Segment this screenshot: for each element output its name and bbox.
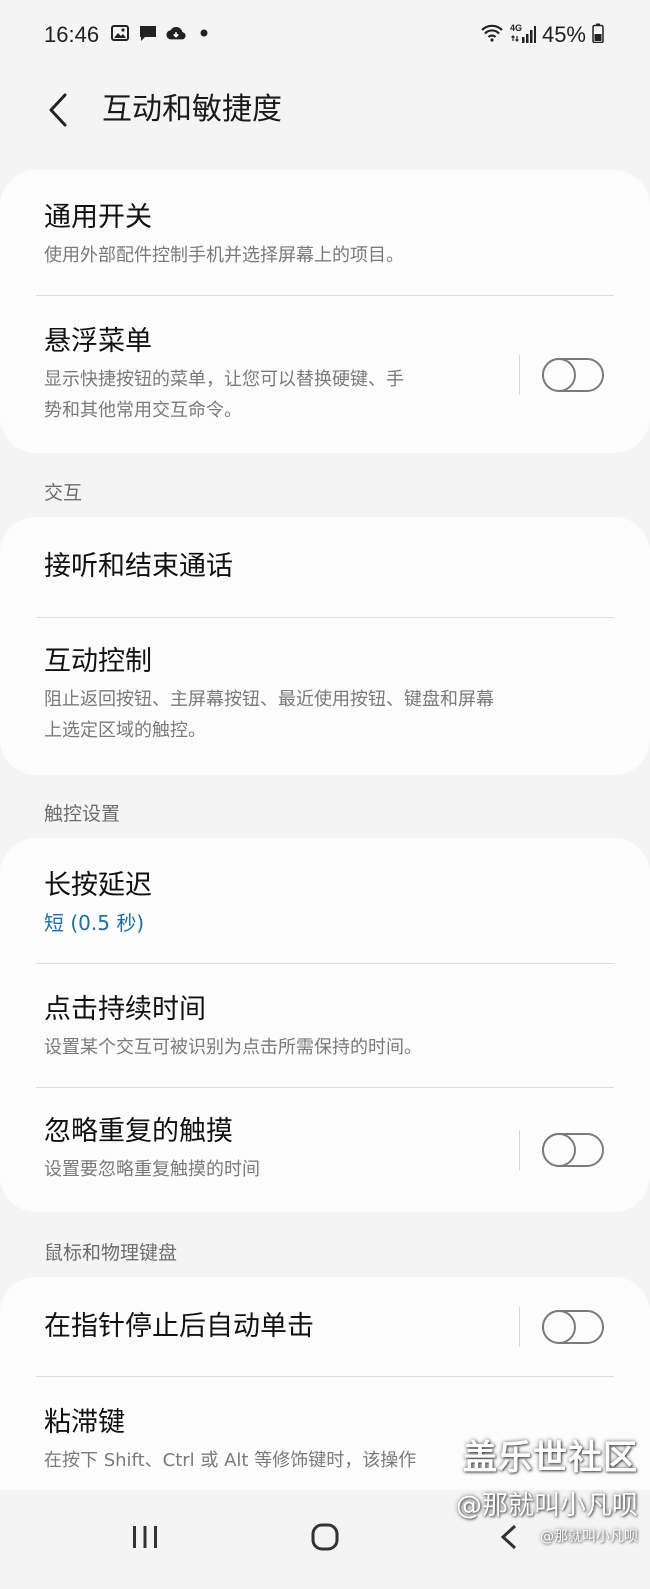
interaction-control-item[interactable]: 互动控制 阻止返回按钮、主屏幕按钮、最近使用按钮、键盘和屏幕 上选定区域的触控。 [0, 618, 650, 775]
card-interaction: 接听和结束通话 互动控制 阻止返回按钮、主屏幕按钮、最近使用按钮、键盘和屏幕 上… [0, 517, 650, 775]
section-header-interaction: 交互 [44, 482, 83, 504]
assistant-menu-item[interactable]: 悬浮菜单 显示快捷按钮的菜单，让您可以替换硬键、手 势和其他常用交互命令。 [0, 296, 650, 453]
page-title: 互动和敏捷度 [102, 92, 282, 127]
interaction-control-subtitle-2: 上选定区域的触控。 [44, 720, 206, 741]
ignore-repeated-touches-toggle-wrap [519, 1130, 604, 1170]
section-header-touch-settings: 触控设置 [44, 803, 121, 825]
tap-duration-title: 点击持续时间 [44, 994, 206, 1025]
watermark-handle: @那就叫小凡呗 [455, 1491, 638, 1521]
assistant-menu-toggle[interactable] [542, 357, 604, 392]
touch-hold-delay-item[interactable]: 长按延迟 短 (0.5 秒) [0, 838, 650, 964]
ignore-repeated-touches-title: 忽略重复的触摸 [44, 1116, 233, 1147]
recent-apps-button[interactable] [115, 1512, 175, 1562]
tap-duration-item[interactable]: 点击持续时间 设置某个交互可被识别为点击所需保持的时间。 [0, 964, 650, 1088]
watermark-main: 盖乐世社区 [463, 1438, 638, 1478]
gallery-notification-icon [110, 24, 130, 42]
battery-icon [592, 23, 604, 47]
assistant-menu-title: 悬浮菜单 [44, 326, 152, 357]
universal-switch-subtitle: 使用外部配件控制手机并选择屏幕上的项目。 [44, 245, 404, 266]
ignore-repeated-touches-toggle[interactable] [542, 1133, 604, 1167]
interaction-control-title: 互动控制 [44, 646, 152, 677]
status-time: 16:46 [44, 22, 100, 47]
section-header-mouse-keyboard: 鼠标和物理键盘 [44, 1242, 178, 1264]
auto-click-toggle-wrap [519, 1307, 604, 1347]
notification-icons [110, 24, 214, 42]
interaction-control-subtitle-1: 阻止返回按钮、主屏幕按钮、最近使用按钮、键盘和屏幕 [44, 689, 494, 710]
status-bar: 16:46 4G 45% [0, 0, 650, 76]
toggle-divider [519, 1130, 520, 1170]
answer-end-calls-title: 接听和结束通话 [44, 551, 233, 582]
wifi-icon [480, 24, 504, 46]
back-arrow-icon [49, 93, 67, 127]
battery-percent: 45% [541, 22, 586, 47]
universal-switch-item[interactable]: 通用开关 使用外部配件控制手机并选择屏幕上的项目。 [0, 170, 650, 296]
tap-duration-subtitle: 设置某个交互可被识别为点击所需保持的时间。 [44, 1037, 422, 1058]
toggle-knob [542, 357, 576, 392]
toggle-knob [542, 1310, 576, 1344]
app-bar: 互动和敏捷度 [0, 76, 650, 164]
toggle-divider [519, 354, 520, 395]
assistant-menu-subtitle-1: 显示快捷按钮的菜单，让您可以替换硬键、手 [44, 369, 404, 390]
touch-hold-delay-value: 短 (0.5 秒) [44, 911, 145, 935]
card-top: 通用开关 使用外部配件控制手机并选择屏幕上的项目。 悬浮菜单 显示快捷按钮的菜单… [0, 170, 650, 453]
card-touch-settings: 长按延迟 短 (0.5 秒) 点击持续时间 设置某个交互可被识别为点击所需保持的… [0, 838, 650, 1212]
toggle-knob [542, 1133, 576, 1167]
more-notifications-dot-icon [194, 24, 214, 42]
cellular-signal-icon: 4G [510, 23, 536, 45]
assistant-menu-subtitle-2: 势和其他常用交互命令。 [44, 400, 242, 421]
home-icon [311, 1523, 339, 1551]
auto-click-toggle[interactable] [542, 1310, 604, 1344]
auto-click-title: 在指针停止后自动单击 [44, 1311, 314, 1342]
ignore-repeated-touches-item[interactable]: 忽略重复的触摸 设置要忽略重复触摸的时间 [0, 1088, 650, 1212]
cloud-sync-icon [166, 24, 186, 42]
answer-end-calls-item[interactable]: 接听和结束通话 [0, 517, 650, 618]
home-button[interactable] [295, 1512, 355, 1562]
auto-click-item[interactable]: 在指针停止后自动单击 [0, 1277, 650, 1377]
message-notification-icon [138, 24, 158, 42]
watermark: 盖乐世社区 @那就叫小凡呗 @那就叫小凡呗 [456, 1430, 638, 1546]
touch-hold-delay-title: 长按延迟 [44, 870, 152, 901]
universal-switch-title: 通用开关 [44, 202, 152, 233]
watermark-small: @那就叫小凡呗 [540, 1529, 638, 1545]
assistant-menu-toggle-wrap [519, 354, 604, 395]
system-status-icons: 4G 45% [480, 22, 604, 48]
back-button[interactable] [40, 90, 76, 130]
ignore-repeated-touches-subtitle: 设置要忽略重复触摸的时间 [44, 1159, 260, 1180]
toggle-divider [519, 1307, 520, 1347]
recent-apps-icon [133, 1526, 157, 1548]
